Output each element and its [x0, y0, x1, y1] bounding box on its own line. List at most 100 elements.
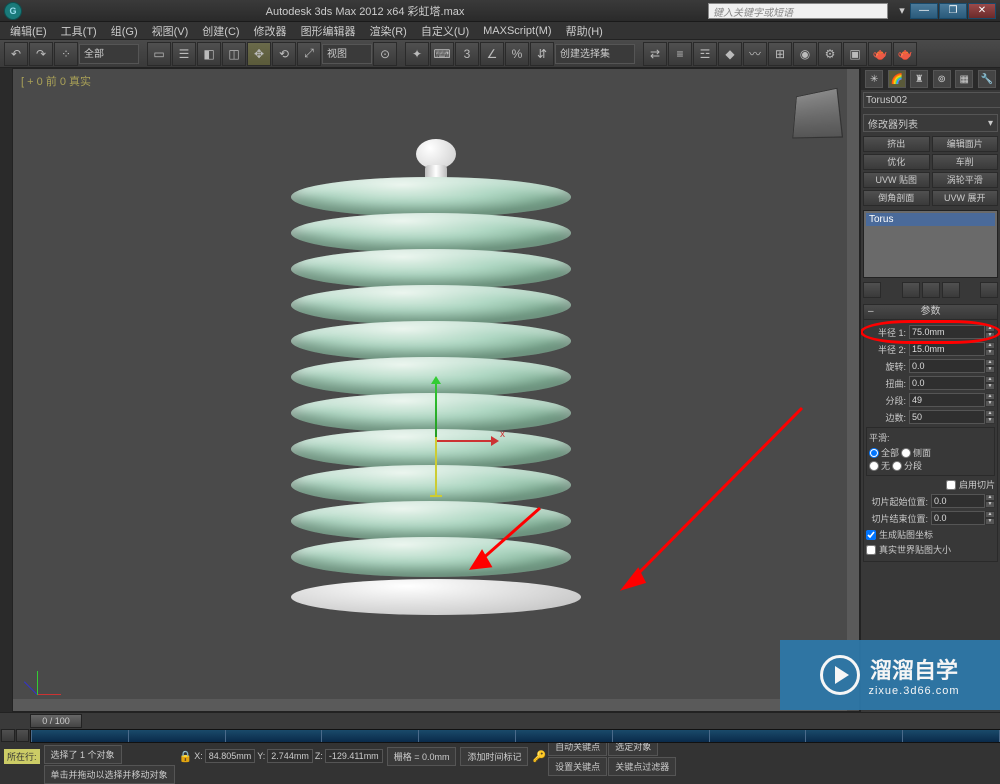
spinner-rotation[interactable]	[909, 359, 985, 373]
mod-turbosmooth[interactable]: 涡轮平滑	[932, 172, 999, 188]
maximize-button[interactable]: ❐	[939, 3, 967, 19]
object-name-field[interactable]	[863, 92, 1000, 108]
mirror-button[interactable]: ⇄	[643, 42, 667, 66]
key-icon[interactable]: 🔑	[532, 750, 546, 763]
menu-edit[interactable]: 编辑(E)	[4, 23, 53, 39]
select-name-button[interactable]: ☰	[172, 42, 196, 66]
redo-button[interactable]: ↷	[29, 42, 53, 66]
align-button[interactable]: ≡	[668, 42, 692, 66]
material-editor-button[interactable]: ◉	[793, 42, 817, 66]
snap-toggle-3-button[interactable]: 3	[455, 42, 479, 66]
coord-y[interactable]: 2.744mm	[267, 749, 313, 763]
modifier-stack[interactable]: Torus	[863, 210, 998, 278]
tab-motion[interactable]: ⊚	[933, 70, 951, 88]
mod-optimize[interactable]: 优化	[863, 154, 930, 170]
modifier-list-dropdown[interactable]: 修改器列表▾	[863, 114, 998, 132]
minimize-button[interactable]: —	[910, 3, 938, 19]
key-filters-button[interactable]: 关键点过滤器	[608, 757, 676, 776]
menu-create[interactable]: 创建(C)	[196, 23, 245, 39]
named-sel-set[interactable]: 创建选择集	[555, 44, 635, 64]
mod-extrude[interactable]: 挤出	[863, 136, 930, 152]
tab-create[interactable]: ✳	[865, 70, 883, 88]
schematic-button[interactable]: ⊞	[768, 42, 792, 66]
checkbox-slice-on[interactable]	[946, 480, 956, 490]
select-move-button[interactable]: ✥	[247, 42, 271, 66]
tab-display[interactable]: ▦	[955, 70, 973, 88]
manipulate-button[interactable]: ✦	[405, 42, 429, 66]
graphite-button[interactable]: ◆	[718, 42, 742, 66]
track-bar[interactable]	[30, 729, 1000, 743]
radio-smooth-none[interactable]	[869, 461, 879, 471]
spinner-radius2[interactable]	[909, 342, 985, 356]
tab-hierarchy[interactable]: ♜	[910, 70, 928, 88]
help-search-input[interactable]: 键入关键字或短语	[708, 3, 888, 19]
checkbox-gen-uv[interactable]	[866, 530, 876, 540]
keyboard-shortcut-button[interactable]: ⌨	[430, 42, 454, 66]
window-crossing-button[interactable]: ◫	[222, 42, 246, 66]
spinner-sides[interactable]	[909, 410, 985, 424]
mod-uvwmap[interactable]: UVW 贴图	[863, 172, 930, 188]
layers-button[interactable]: ☲	[693, 42, 717, 66]
pin-stack-button[interactable]	[863, 282, 881, 298]
mod-editpatch[interactable]: 编辑面片	[932, 136, 999, 152]
mod-bevelprofile[interactable]: 倒角剖面	[863, 190, 930, 206]
spinner-snap-button[interactable]: ⇵	[530, 42, 554, 66]
percent-snap-button[interactable]: %	[505, 42, 529, 66]
lock-icon[interactable]: 🔒	[179, 750, 193, 763]
rendered-frame-button[interactable]: ▣	[843, 42, 867, 66]
radio-smooth-all[interactable]	[869, 448, 879, 458]
menu-group[interactable]: 组(G)	[105, 23, 144, 39]
tab-modify[interactable]: 🌈	[888, 70, 906, 88]
spinner-radius1[interactable]	[909, 325, 985, 339]
radio-smooth-sides[interactable]	[901, 448, 911, 458]
time-slider[interactable]: 0 / 100	[0, 713, 1000, 729]
menu-modifiers[interactable]: 修改器	[248, 23, 293, 39]
viewport-scrollbar-v[interactable]	[847, 69, 859, 699]
spinner-twist[interactable]	[909, 376, 985, 390]
menu-rendering[interactable]: 渲染(R)	[364, 23, 413, 39]
time-slider-thumb[interactable]: 0 / 100	[30, 714, 82, 728]
menu-maxscript[interactable]: MAXScript(M)	[477, 25, 557, 37]
configure-sets-button[interactable]	[980, 282, 998, 298]
pivot-center-button[interactable]: ⊙	[373, 42, 397, 66]
viewport-front[interactable]: [ + 0 前 0 真实 x	[12, 68, 860, 712]
select-object-button[interactable]: ▭	[147, 42, 171, 66]
menu-tools[interactable]: 工具(T)	[55, 23, 103, 39]
make-unique-button[interactable]	[922, 282, 940, 298]
checkbox-real-uv[interactable]	[866, 545, 876, 555]
tab-utilities[interactable]: 🔧	[978, 70, 996, 88]
menu-views[interactable]: 视图(V)	[146, 23, 195, 39]
stack-item-torus[interactable]: Torus	[866, 213, 995, 226]
rect-region-button[interactable]: ◧	[197, 42, 221, 66]
selection-filter[interactable]: 全部	[79, 44, 139, 64]
link-button[interactable]: ⁘	[54, 42, 78, 66]
undo-button[interactable]: ↶	[4, 42, 28, 66]
show-end-result-button[interactable]	[902, 282, 920, 298]
menu-graph-editors[interactable]: 图形编辑器	[295, 23, 362, 39]
viewcube[interactable]	[792, 88, 843, 139]
ref-coord-system[interactable]: 视图	[322, 44, 372, 64]
help-dropdown-icon[interactable]: ▾	[894, 4, 910, 17]
coord-x[interactable]: 84.805mm	[205, 749, 256, 763]
close-button[interactable]: ✕	[968, 3, 996, 19]
viewport-label[interactable]: [ + 0 前 0 真实	[21, 73, 91, 89]
radio-smooth-segs[interactable]	[892, 461, 902, 471]
curve-editor-button[interactable]: 〰	[743, 42, 767, 66]
angle-snap-button[interactable]: ∠	[480, 42, 504, 66]
spinner-segments[interactable]	[909, 393, 985, 407]
add-time-tag[interactable]: 添加时间标记	[460, 747, 528, 766]
select-rotate-button[interactable]: ⟲	[272, 42, 296, 66]
coord-z[interactable]: -129.411mm	[325, 749, 383, 763]
viewport-scrollbar-h[interactable]	[13, 699, 847, 711]
mod-unwrap[interactable]: UVW 展开	[932, 190, 999, 206]
render-button[interactable]: 🫖	[868, 42, 892, 66]
remove-modifier-button[interactable]	[942, 282, 960, 298]
render-iterative-button[interactable]: 🫖	[893, 42, 917, 66]
menu-customize[interactable]: 自定义(U)	[415, 23, 475, 39]
rollout-params-header[interactable]: –参数	[863, 304, 998, 320]
mod-lathe[interactable]: 车削	[932, 154, 999, 170]
menu-help[interactable]: 帮助(H)	[560, 23, 609, 39]
set-key-button[interactable]: 设置关键点	[548, 757, 607, 776]
render-setup-button[interactable]: ⚙	[818, 42, 842, 66]
select-scale-button[interactable]: ⤢	[297, 42, 321, 66]
